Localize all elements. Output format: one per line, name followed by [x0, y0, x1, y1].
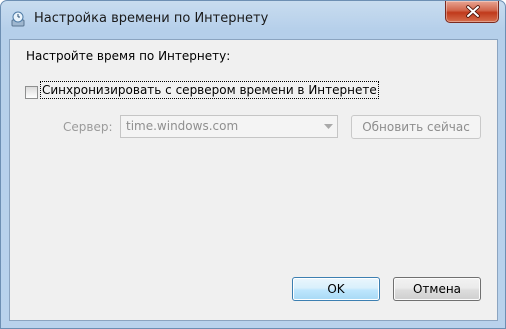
dialog-body: Настройте время по Интернету: Синхронизи… [9, 39, 498, 321]
clock-globe-icon [10, 11, 26, 27]
server-label: Сервер: [63, 120, 113, 134]
close-button[interactable] [445, 1, 499, 23]
update-now-button[interactable]: Обновить сейчас [351, 115, 481, 139]
cancel-button[interactable]: Отмена [393, 277, 481, 301]
title-bar[interactable]: Настройка времени по Интернету [1, 1, 505, 39]
server-value: time.windows.com [126, 119, 239, 133]
server-combobox[interactable]: time.windows.com [120, 115, 338, 138]
ok-button[interactable]: OK [292, 277, 380, 301]
sync-checkbox-row[interactable]: Синхронизировать с сервером времени в Ин… [25, 81, 385, 102]
window-title: Настройка времени по Интернету [34, 11, 269, 26]
sync-checkbox[interactable] [25, 86, 38, 99]
close-icon [466, 5, 480, 18]
internet-time-settings-dialog: Настройка времени по Интернету Настройте… [0, 0, 506, 329]
settings-prompt: Настройте время по Интернету: [26, 49, 231, 63]
chevron-down-icon[interactable] [320, 116, 337, 137]
sync-checkbox-label[interactable]: Синхронизировать с сервером времени в Ин… [40, 81, 379, 99]
